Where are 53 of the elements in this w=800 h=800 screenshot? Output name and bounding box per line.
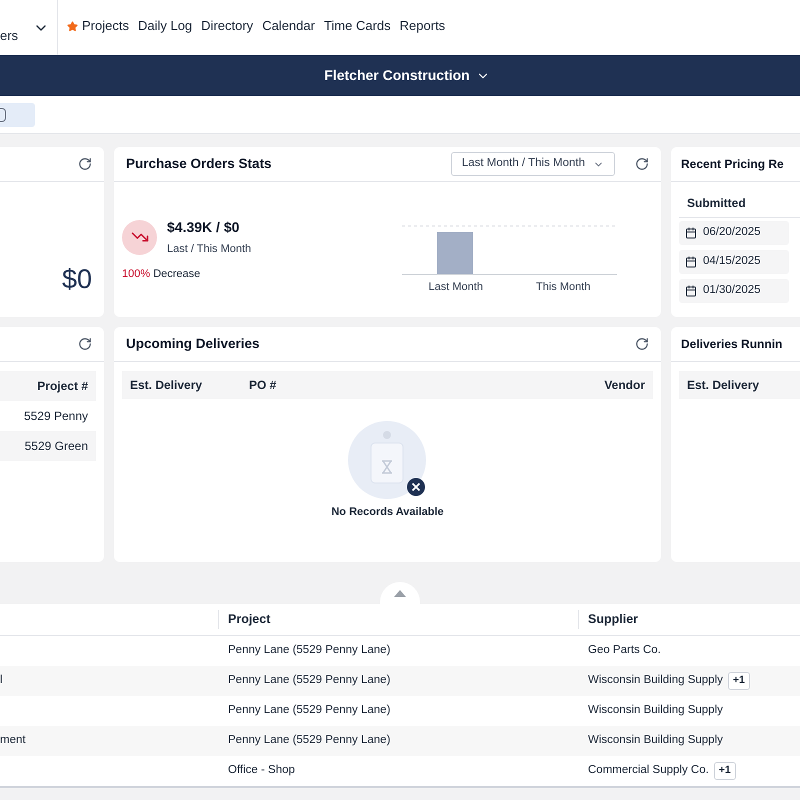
table-cell: Penny Lane (5529 Penny Lane) bbox=[228, 644, 390, 656]
table-cell-text: Geo Parts Co. bbox=[588, 643, 661, 658]
table-cell: Penny Lane (5529 Penny Lane) bbox=[228, 674, 390, 686]
card-title: Deliveries Runnin bbox=[681, 336, 782, 353]
table-cell: ment bbox=[0, 734, 26, 746]
refresh-icon[interactable] bbox=[635, 157, 649, 171]
column-header: Supplier bbox=[578, 610, 638, 629]
count-badge: +1 bbox=[728, 672, 750, 690]
table-header: Est. Delivery PO # Vendor bbox=[122, 371, 653, 399]
refresh-icon[interactable] bbox=[635, 337, 649, 351]
table-cell-text: Wisconsin Building Supply bbox=[588, 673, 723, 688]
axis-label: Last Month bbox=[428, 280, 484, 295]
table-cell: l bbox=[0, 674, 3, 686]
column-header: Project bbox=[218, 610, 578, 629]
date-chip: 01/30/2025 bbox=[679, 279, 789, 303]
card-title: Purchase Orders Stats bbox=[126, 154, 272, 173]
refresh-icon[interactable] bbox=[78, 157, 92, 171]
empty-state-text: No Records Available bbox=[331, 505, 444, 520]
company-selector[interactable]: Fletcher Construction bbox=[324, 65, 490, 86]
table-header: Project # bbox=[0, 371, 96, 401]
axis-label: This Month bbox=[535, 280, 592, 295]
date-chip: 04/15/2025 bbox=[679, 250, 789, 274]
calendar-icon bbox=[685, 285, 697, 297]
toggle-control[interactable] bbox=[0, 102, 35, 126]
table-cell-text: Wisconsin Building Supply bbox=[588, 703, 723, 718]
change-text: 100% Decrease bbox=[122, 266, 202, 282]
refresh-icon[interactable] bbox=[78, 337, 92, 351]
calendar-icon bbox=[685, 227, 697, 239]
table-cell: Penny Lane (5529 Penny Lane) bbox=[228, 734, 390, 746]
stat-caption: Last / This Month bbox=[167, 242, 252, 257]
table-cell-text: Commercial Supply Co. bbox=[588, 763, 709, 778]
collapse-handle[interactable] bbox=[380, 582, 420, 604]
table-cell-text: Wisconsin Building Supply bbox=[588, 733, 723, 748]
total-amount: $0 bbox=[62, 262, 92, 296]
table-cell: Penny Lane (5529 Penny Lane) bbox=[228, 704, 390, 716]
date-chip: 06/20/2025 bbox=[679, 221, 789, 245]
project-switcher-label[interactable]: ers bbox=[0, 26, 18, 46]
nav-link[interactable]: Reports bbox=[400, 16, 446, 36]
stat-amount: $4.39K / $0 bbox=[167, 218, 240, 237]
project-row[interactable]: 5529 Green bbox=[0, 431, 96, 461]
nav-link[interactable]: Projects bbox=[67, 16, 129, 36]
count-badge: +1 bbox=[714, 762, 736, 780]
nav-link[interactable]: Directory bbox=[201, 16, 254, 36]
nav-link[interactable]: Daily Log bbox=[138, 16, 192, 36]
nav-link[interactable]: Calendar bbox=[262, 16, 315, 36]
period-select[interactable]: Last Month / This Month bbox=[450, 152, 615, 176]
card-title: Recent Pricing Re bbox=[681, 156, 784, 173]
table-cell: Office - Shop bbox=[228, 764, 295, 776]
table-header: Est. Delivery bbox=[679, 371, 800, 399]
card-title: Upcoming Deliveries bbox=[126, 334, 260, 353]
calendar-icon bbox=[685, 256, 697, 268]
table-header: Submitted bbox=[679, 188, 800, 218]
nav-link[interactable]: Time Cards bbox=[324, 16, 391, 36]
